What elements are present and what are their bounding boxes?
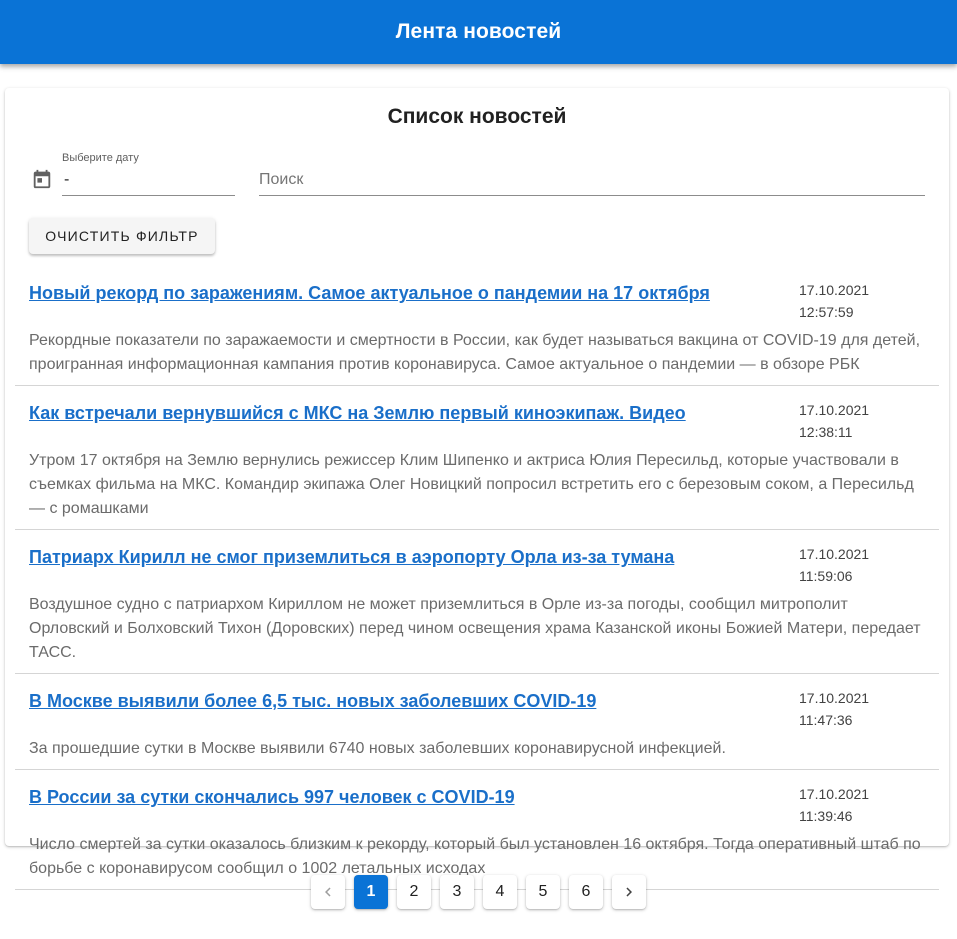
calendar-icon[interactable] (31, 168, 53, 190)
news-title-link[interactable]: Как встречали вернувшийся с МКС на Землю… (29, 399, 769, 443)
page-button-3[interactable]: 3 (440, 875, 474, 909)
news-datetime: 17.10.2021 11:39:46 (799, 783, 939, 827)
news-date: 17.10.2021 (799, 786, 870, 802)
news-card: Список новостей Выберите дату - ОЧИСТИТЬ… (5, 88, 949, 890)
app-bar: Лента новостей (0, 0, 957, 64)
page-button-4[interactable]: 4 (483, 875, 517, 909)
news-list: Новый рекорд по заражениям. Самое актуал… (15, 266, 939, 890)
search-input[interactable] (259, 165, 925, 196)
news-datetime: 17.10.2021 12:38:11 (799, 399, 939, 443)
news-title-link[interactable]: Новый рекорд по заражениям. Самое актуал… (29, 279, 769, 323)
page-button-1[interactable]: 1 (354, 875, 388, 909)
news-title-link[interactable]: В Москве выявили более 6,5 тыс. новых за… (29, 687, 769, 731)
news-item: В Москве выявили более 6,5 тыс. новых за… (15, 674, 939, 770)
news-item: Новый рекорд по заражениям. Самое актуал… (15, 266, 939, 386)
page-title: Список новостей (387, 105, 567, 128)
page-button-6[interactable]: 6 (569, 875, 603, 909)
news-time: 12:57:59 (799, 304, 854, 320)
news-date: 17.10.2021 (799, 282, 870, 298)
news-time: 11:39:46 (799, 808, 853, 824)
news-time: 11:59:06 (799, 568, 853, 584)
prev-page-button[interactable] (311, 875, 345, 909)
news-datetime: 17.10.2021 12:57:59 (799, 279, 939, 323)
news-description: Рекордные показатели по заражаемости и с… (29, 332, 921, 373)
news-title-link[interactable]: Патриарх Кирилл не смог приземлиться в а… (29, 543, 769, 587)
app-title: Лента новостей (395, 20, 562, 43)
news-item: Патриарх Кирилл не смог приземлиться в а… (15, 530, 939, 674)
clear-filter-button[interactable]: ОЧИСТИТЬ ФИЛЬТР (29, 218, 215, 254)
news-description: Воздушное судно с патриархом Кириллом не… (29, 596, 921, 661)
news-description: За прошедшие сутки в Москве выявили 6740… (29, 740, 726, 757)
search-field[interactable] (259, 150, 925, 198)
news-datetime: 17.10.2021 11:59:06 (799, 543, 939, 587)
news-time: 11:47:36 (799, 712, 853, 728)
news-item: Как встречали вернувшийся с МКС на Землю… (15, 386, 939, 530)
news-description: Утром 17 октября на Землю вернулись режи… (29, 452, 914, 517)
chevron-left-icon (325, 887, 331, 897)
news-time: 12:38:11 (799, 424, 853, 440)
chevron-right-icon (626, 887, 632, 897)
date-value[interactable]: - (64, 171, 69, 189)
news-date: 17.10.2021 (799, 546, 870, 562)
news-item: В России за сутки скончались 997 человек… (15, 770, 939, 890)
date-label: Выберите дату (62, 152, 139, 164)
news-title-link[interactable]: В России за сутки скончались 997 человек… (29, 783, 769, 827)
page-button-2[interactable]: 2 (397, 875, 431, 909)
news-description: Число смертей за сутки оказалось близким… (29, 836, 921, 877)
page-button-5[interactable]: 5 (526, 875, 560, 909)
next-page-button[interactable] (612, 875, 646, 909)
pagination: 1 2 3 4 5 6 (0, 875, 957, 911)
news-date: 17.10.2021 (799, 402, 870, 418)
date-underline (62, 195, 235, 196)
date-picker-field[interactable]: Выберите дату - (29, 150, 235, 198)
news-datetime: 17.10.2021 11:47:36 (799, 687, 939, 731)
news-date: 17.10.2021 (799, 690, 870, 706)
